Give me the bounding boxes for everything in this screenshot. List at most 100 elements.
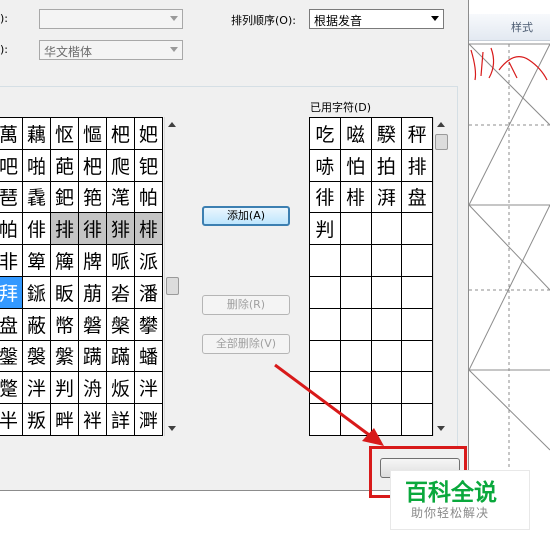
used-char-cell[interactable] (402, 340, 432, 372)
candidate-char-cell[interactable]: 琶 (0, 181, 22, 213)
used-char-cell[interactable]: 棑 (340, 181, 371, 213)
used-char-cell[interactable] (402, 245, 432, 276)
candidate-char-cell[interactable]: 啪 (23, 149, 50, 181)
used-char-cell[interactable] (402, 372, 432, 404)
candidate-char-cell[interactable]: 猅 (107, 213, 134, 245)
used-char-cell[interactable]: 拍 (371, 149, 402, 181)
candidate-char-cell[interactable]: 怄 (51, 118, 78, 149)
used-char-cell[interactable] (340, 245, 371, 276)
used-char-cell[interactable] (340, 276, 371, 308)
candidate-char-cell[interactable]: 潘 (135, 276, 162, 308)
style-tab[interactable]: 样式 (511, 19, 533, 35)
used-char-cell[interactable]: 吃 (310, 118, 340, 149)
candidate-char-cell[interactable]: 泮 (135, 372, 162, 404)
used-char-cell[interactable]: 判 (310, 213, 340, 245)
candidate-char-cell[interactable]: 帕 (0, 213, 22, 245)
candidate-char-cell[interactable]: 溿 (135, 404, 162, 435)
candidate-char-cell[interactable]: 磐 (79, 308, 106, 340)
used-scrollbar[interactable] (433, 117, 449, 436)
candidate-char-cell[interactable]: 簰 (51, 245, 78, 276)
candidate-char-cell[interactable]: 蟠 (135, 340, 162, 372)
used-char-cell[interactable] (371, 340, 402, 372)
candidate-char-cell[interactable]: 槃 (107, 308, 134, 340)
candidate-char-cell[interactable]: 毳 (23, 181, 50, 213)
candidate-char-cell[interactable]: 藕 (23, 118, 50, 149)
candidate-char-cell[interactable]: 沯 (107, 276, 134, 308)
used-char-cell[interactable] (371, 276, 402, 308)
candidate-char-cell[interactable]: 褩 (23, 340, 50, 372)
used-char-cell[interactable] (371, 308, 402, 340)
used-char-cell[interactable] (402, 213, 432, 245)
used-char-cell[interactable] (402, 276, 432, 308)
candidate-char-cell[interactable]: 筢 (79, 181, 106, 213)
candidate-char-cell[interactable]: 鎃 (23, 276, 50, 308)
candidate-char-cell[interactable]: 爬 (107, 149, 134, 181)
candidate-char-cell[interactable]: 拜 (0, 276, 22, 308)
add-button[interactable]: 添加(A) (202, 206, 290, 226)
candidate-char-cell[interactable]: 蔽 (23, 308, 50, 340)
used-char-cell[interactable] (340, 404, 371, 435)
used-char-cell[interactable]: 怕 (340, 149, 371, 181)
candidate-char-cell[interactable]: 判 (51, 372, 78, 404)
used-char-cell[interactable] (310, 372, 340, 404)
used-char-cell[interactable] (402, 404, 432, 435)
candidate-char-cell[interactable]: 叛 (23, 404, 50, 435)
delete-all-button[interactable]: 全部删除(V) (202, 334, 290, 354)
candidate-char-cell[interactable]: 俳 (23, 213, 50, 245)
candidate-char-cell[interactable]: 蹩 (0, 372, 22, 404)
candidate-char-cell[interactable]: 幣 (51, 308, 78, 340)
used-char-cell[interactable]: 秤 (402, 118, 432, 149)
candidate-char-cell[interactable]: 钯 (135, 149, 162, 181)
candidate-char-cell[interactable]: 杷 (107, 118, 134, 149)
used-char-cell[interactable] (340, 340, 371, 372)
scroll-thumb[interactable] (166, 277, 179, 295)
candidate-char-cell[interactable]: 攀 (135, 308, 162, 340)
used-char-cell[interactable] (310, 404, 340, 435)
used-char-cell[interactable] (371, 213, 402, 245)
candidate-char-cell[interactable]: 萠 (79, 276, 106, 308)
candidate-char-cell[interactable]: 妑 (135, 118, 162, 149)
candidate-char-cell[interactable]: 畔 (51, 404, 78, 435)
scroll-down-arrow-icon[interactable] (437, 426, 445, 431)
candidate-char-cell[interactable]: 洀 (79, 372, 106, 404)
candidate-char-cell[interactable]: 棑 (135, 213, 162, 245)
candidate-char-cell[interactable]: 牌 (79, 245, 106, 276)
candidate-char-cell[interactable]: 非 (0, 245, 22, 276)
candidate-char-cell[interactable]: 泮 (23, 372, 50, 404)
candidate-char-grid[interactable]: 萬藕怄慪杷妑吧啪葩杷爬钯琶毳鈀筢滗帕帕俳排徘猅棑非箄簰牌哌派拜鎃眅萠沯潘盘蔽幣磐… (0, 117, 163, 436)
scroll-down-arrow-icon[interactable] (168, 426, 176, 431)
used-char-grid[interactable]: 吃嗞騤秤哧怕拍排徘棑湃盘判 (309, 117, 433, 436)
scroll-up-arrow-icon[interactable] (437, 122, 445, 127)
candidate-char-cell[interactable]: 鈀 (51, 181, 78, 213)
used-char-cell[interactable]: 排 (402, 149, 432, 181)
used-char-cell[interactable] (340, 308, 371, 340)
candidate-char-cell[interactable]: 鎜 (0, 340, 22, 372)
candidate-char-cell[interactable]: 詳 (107, 404, 134, 435)
candidate-char-cell[interactable]: 吧 (0, 149, 22, 181)
used-char-cell[interactable] (371, 245, 402, 276)
candidate-char-cell[interactable]: 蹣 (107, 340, 134, 372)
candidate-char-cell[interactable]: 排 (51, 213, 78, 245)
candidate-char-cell[interactable]: 袢 (79, 404, 106, 435)
candidate-char-cell[interactable]: 蹒 (79, 340, 106, 372)
font-combo[interactable]: 华文楷体 (39, 40, 183, 60)
used-char-cell[interactable]: 哧 (310, 149, 340, 181)
used-char-cell[interactable]: 嗞 (340, 118, 371, 149)
used-char-cell[interactable] (402, 308, 432, 340)
candidate-char-cell[interactable]: 箄 (23, 245, 50, 276)
sort-order-select[interactable]: 根据发音 (309, 9, 444, 29)
used-char-cell[interactable] (310, 340, 340, 372)
used-char-cell[interactable]: 騤 (371, 118, 402, 149)
candidate-char-cell[interactable]: 炍 (107, 372, 134, 404)
candidate-scrollbar[interactable] (164, 117, 180, 436)
used-char-cell[interactable]: 盘 (402, 181, 432, 213)
used-char-cell[interactable] (310, 245, 340, 276)
used-char-cell[interactable]: 徘 (310, 181, 340, 213)
used-char-cell[interactable] (371, 404, 402, 435)
candidate-char-cell[interactable]: 帕 (135, 181, 162, 213)
candidate-char-cell[interactable]: 葩 (51, 149, 78, 181)
candidate-char-cell[interactable]: 派 (135, 245, 162, 276)
candidate-char-cell[interactable]: 慪 (79, 118, 106, 149)
used-char-cell[interactable] (340, 213, 371, 245)
candidate-char-cell[interactable]: 眅 (51, 276, 78, 308)
